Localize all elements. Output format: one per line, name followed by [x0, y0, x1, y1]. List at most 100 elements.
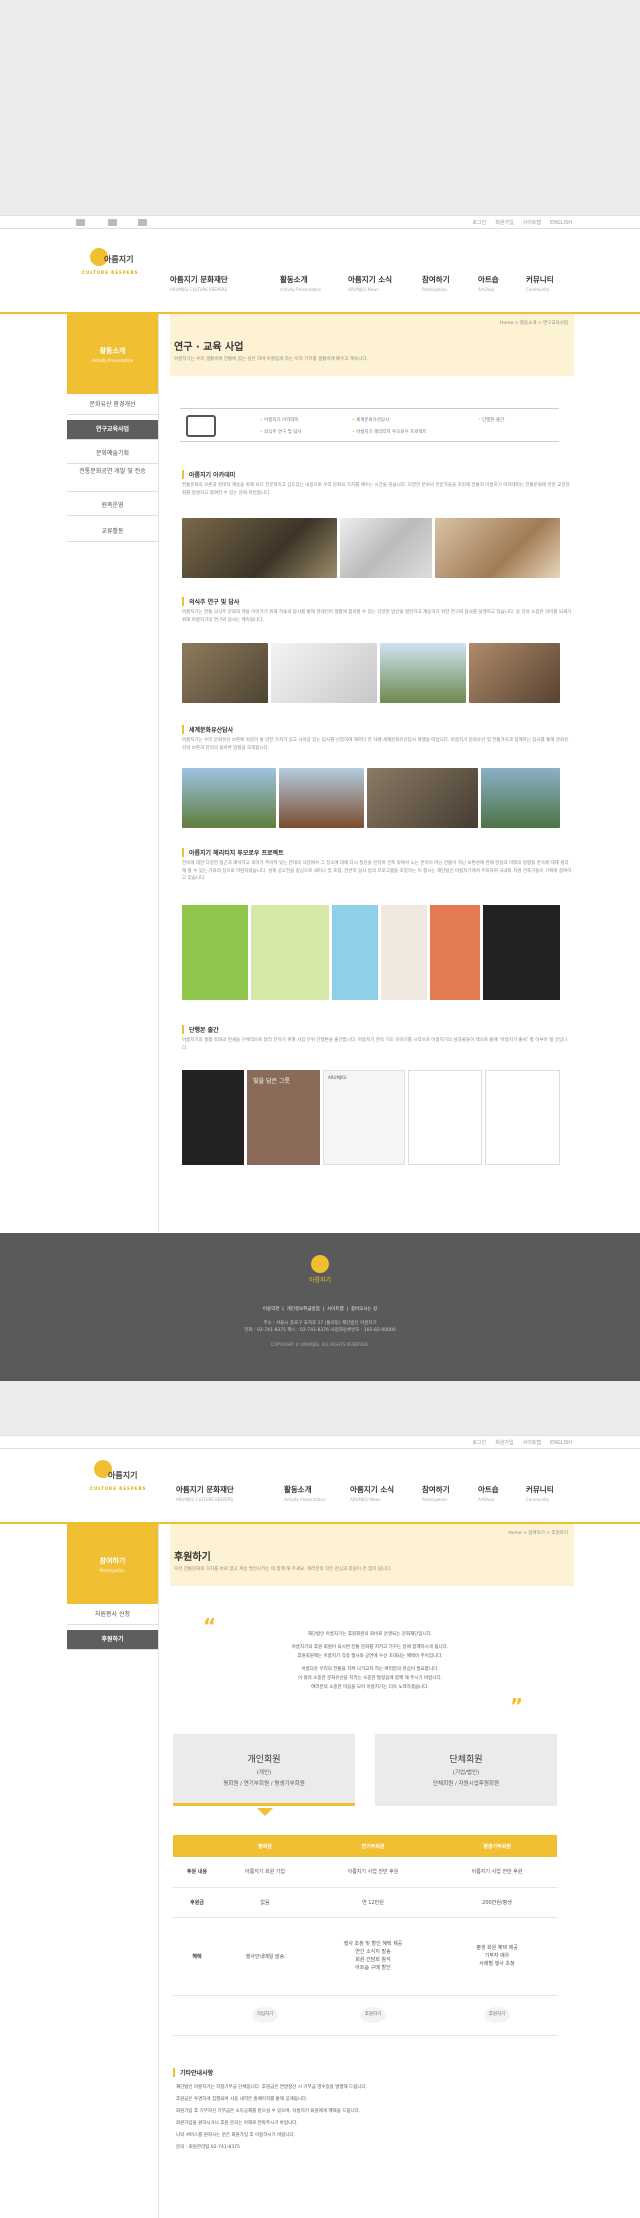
footer-link-terms[interactable]: 이용약관 [263, 1307, 280, 1312]
book-cover-5 [485, 1070, 560, 1165]
table-row: 후원 내용 아름지기 회원 가입 아름지기 사업 전반 후원 아름지기 사업 전… [173, 1857, 557, 1888]
heritage-photo-3 [367, 768, 478, 828]
table-row-actions: 가입하기 후원하기 후원하기 [173, 1995, 557, 2036]
footer-contact: 전화 : 02-741-8375 팩스 : 02-741-8376 사업자등록번… [244, 1328, 396, 1333]
quick-links-box: 아름지기 아카데미 세계문화유산답사 단행본 출간 의식주 연구 및 답사 아름… [180, 408, 559, 442]
lnb2-item-volunteer[interactable]: 자원봉사 신청 [67, 1605, 158, 1625]
donate-lifetime-button[interactable]: 후원하기 [484, 2007, 510, 2023]
poster-2 [251, 905, 329, 1000]
heritage-photo-1 [182, 768, 276, 828]
gnb-item-foundation[interactable]: 아름지기 문화재단 ARUMJIGI CULTURE KEEPERS [170, 274, 228, 292]
page-description: 아름지기는 우리 생활속에 전통에 있는 깊은 하며 아름답게 하는 우리 가치… [174, 357, 368, 362]
lnb-item-operation[interactable]: 원족운영 [67, 496, 158, 516]
lnb-header: 활동소개 Activity Presentation [67, 314, 158, 394]
lnb-item-exchange[interactable]: 교류활동 [67, 522, 158, 542]
english-link[interactable]: ENGLISH [550, 220, 572, 226]
membership-table: 평회원 연기부회원 평생기부회원 후원 내용 아름지기 회원 가입 아름지기 사… [173, 1835, 557, 2036]
gnb-item-community[interactable]: 커뮤니티 Community [526, 274, 554, 292]
gnb2-item-news[interactable]: 아름지기 소식 ARUMJIGI News [350, 1484, 394, 1502]
quick-link-research[interactable]: 의식주 연구 및 답사 [260, 429, 301, 435]
global-nav-2: 아름지기 문화재단 ARUMJIGI CULTURE KEEPERS 활동소개 Ac… [176, 1484, 576, 1508]
page-title-2: 후원하기 [174, 1552, 211, 1563]
donate-annual-button[interactable]: 후원하기 [360, 2007, 386, 2023]
list-item: 후원금은 투명하게 집행되며 사용 내역은 홈페이지를 통해 공개됩니다. [176, 2097, 308, 2102]
english-link-2[interactable]: ENGLISH [550, 1440, 572, 1446]
section-desc-academy: 전통문화의 보존과 현대적 계승을 위해 보다 전문적이고 심도있는 내용으로 … [182, 483, 570, 496]
page2-top-background [0, 1381, 640, 1435]
section-desc-world-heritage: 아름지기는 우리 문화유산 보존에 귀감이 될 만한 가치가 있고 사서상 있는… [182, 738, 569, 751]
gnb-item-participation[interactable]: 참여하기 Participation [422, 274, 450, 292]
lnb-divider [158, 314, 159, 1233]
page-title: 연구 · 교육 사업 [174, 342, 244, 353]
list-item: 재단법인 아름지기는 지정기부금 단체입니다. 후원금은 연말정산 시 기부금 … [176, 2085, 368, 2090]
heritage-photo-4 [481, 768, 560, 828]
content-header-2: Home > 참여하기 > 후원하기 후원하기 우리 전통문화의 가치를 바로 … [170, 1524, 574, 1586]
utility-links: 로그인 회원가입 사이트맵 ENGLISH [463, 219, 572, 226]
book-cover-2: 빛을 담은 그릇 [247, 1070, 320, 1165]
sitemap-link-2[interactable]: 사이트맵 [523, 1440, 541, 1446]
content-header: Home > 활동소개 > 연구교육사업 연구 · 교육 사업 아름지기는 우리… [170, 314, 574, 376]
breadcrumb-2: Home > 참여하기 > 후원하기 [508, 1531, 568, 1536]
quick-link-academy[interactable]: 아름지기 아카데미 [260, 417, 299, 423]
list-item: 문의 : 회원관리팀 02-741-8375 [176, 2145, 240, 2150]
academy-photo-lecture [182, 518, 337, 578]
join-button[interactable]: 가입하기 [252, 2007, 278, 2023]
quick-link-heritage-tomorrow[interactable]: 아름지기 헤리티지 투모로우 프로젝트 [352, 429, 427, 435]
academy-photo-scholars [435, 518, 560, 578]
site-logo[interactable]: 아름지기 CULTURE KEEPERS [82, 248, 138, 275]
research-photo-4 [469, 643, 560, 703]
section-desc-books: 아름지기의 생활 조화의 연세들 구체적으로 달리 전하기 위해 사업 단위 단… [182, 1038, 568, 1051]
table-row: 후원금 없음 연 12만원 200만원/평생 [173, 1887, 557, 1918]
quick-link-books[interactable]: 단행본 출간 [478, 417, 504, 423]
gnb2-item-foundation[interactable]: 아름지기 문화재단 ARUMJIGI CULTURE KEEPERS [176, 1484, 234, 1502]
table-row: 혜택 행사안내메일 발송 행사 초청 및 할인 혜택 제공 연간 소식지 발송 … [173, 1917, 557, 1996]
footer-link-sitemap[interactable]: 사이트맵 [327, 1307, 344, 1312]
footer-link-location[interactable]: 찾아오시는 길 [351, 1307, 377, 1312]
section-title-research: 의식주 연구 및 답사 [182, 597, 239, 606]
lnb-item-research[interactable]: 연구교육사업 [67, 420, 158, 440]
research-photo-3 [380, 643, 466, 703]
login-link[interactable]: 로그인 [472, 220, 486, 226]
guide-list: 재단법인 아름지기는 지정기부금 단체입니다. 후원금은 연말정산 시 기부금 … [176, 2082, 566, 2154]
gnb-item-news[interactable]: 아름지기 소식 ARUMJIGI News [348, 274, 392, 292]
join-link[interactable]: 회원가입 [495, 220, 513, 226]
gnb2-item-community[interactable]: 커뮤니티 Community [526, 1484, 554, 1502]
book-cover-3: ARUMJIGI [323, 1070, 405, 1165]
section-title-heritage-tomorrow: 아름지기 헤리티지 투모로우 프로젝트 [182, 848, 284, 857]
footer: 아름지기 이용약관 | 개인정보취급방침 | 사이트맵 | 찾아오시는 길 주소… [0, 1233, 640, 1381]
book-cover-4 [408, 1070, 482, 1165]
lnb-item-environment[interactable]: 문화유산 환경개선 [67, 395, 158, 415]
gnb2-item-activity[interactable]: 활동소개 Activity Presentation [284, 1484, 325, 1502]
book-cover-1 [182, 1070, 244, 1165]
table-header-row: 평회원 연기부회원 평생기부회원 [173, 1835, 557, 1857]
section-title-books: 단행본 출간 [182, 1025, 219, 1034]
member-type-individual[interactable]: 개인회원 (개인) 평회원 / 연기부회원 / 평생기부회원 [173, 1734, 355, 1806]
lnb2-divider [158, 1524, 159, 2218]
twitter-icon[interactable] [108, 219, 117, 226]
footer-link-privacy[interactable]: 개인정보취급방침 [287, 1307, 320, 1312]
lnb-item-performance[interactable]: 전통문화공연 개발 및 전승 [67, 466, 158, 492]
research-photo-1 [182, 643, 268, 703]
list-item: 나의 서비스를 원하시는 분은 회원가입 후 이용하시기 바랍니다. [176, 2133, 296, 2138]
lnb-item-culture-art[interactable]: 문화예술기획 [67, 444, 158, 464]
poster-1 [182, 905, 248, 1000]
gnb-item-activity[interactable]: 활동소개 Activity Presentation [280, 274, 321, 292]
lnb2-item-donate[interactable]: 후원하기 [67, 1630, 158, 1650]
gnb2-item-participation[interactable]: 참여하기 Participation [422, 1484, 450, 1502]
gnb2-item-artshop[interactable]: 아트숍 ArtShop [478, 1484, 499, 1502]
list-item: 회원가입 후 기부하신 기부금은 소득공제를 받으실 수 있으며, 아름지기 회… [176, 2109, 361, 2114]
login-link-2[interactable]: 로그인 [472, 1440, 486, 1446]
poster-6 [483, 905, 560, 1000]
join-link-2[interactable]: 회원가입 [495, 1440, 513, 1446]
footer-copyright: COPYRIGHT © ARUMJIGI. ALL RIGHTS RESERVE… [270, 1342, 370, 1347]
gnb-item-artshop[interactable]: 아트숍 ArtShop [478, 274, 499, 292]
quick-link-world-heritage[interactable]: 세계문화유산답사 [352, 417, 389, 423]
sitemap-link[interactable]: 사이트맵 [523, 220, 541, 226]
section-title-world-heritage: 세계문화유산답사 [182, 725, 233, 734]
facebook-icon[interactable] [76, 219, 85, 226]
book-cover-title: 빛을 담은 그릇 [253, 1078, 290, 1085]
youtube-icon[interactable] [138, 219, 147, 226]
member-type-group[interactable]: 단체회원 (기업/법인) 단체회원 / 자원시업후원회원 [375, 1734, 557, 1806]
site-logo-2[interactable]: 아름지기 CULTURE KEEPERS [90, 1460, 146, 1491]
heritage-photo-2 [279, 768, 364, 828]
